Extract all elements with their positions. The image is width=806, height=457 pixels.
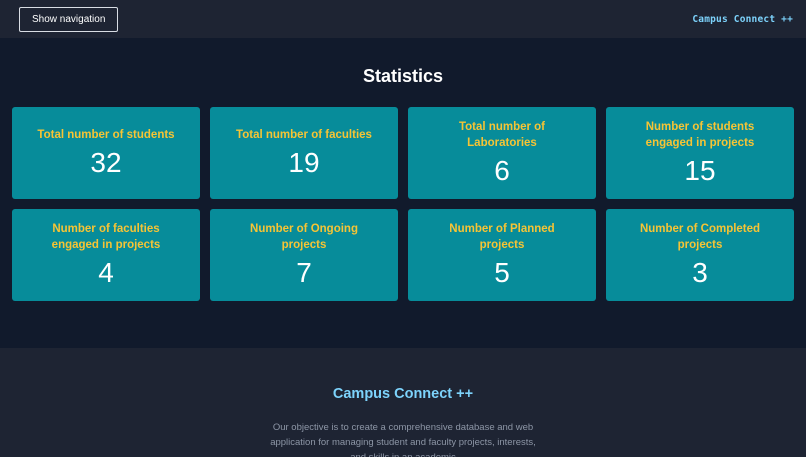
statistics-title: Statistics [362, 66, 444, 86]
show-navigation-button[interactable]: Show navigation [19, 6, 119, 32]
footer-description: Our objective is to create a comprehensi… [270, 422, 536, 457]
stat-card-students-in-projects: Number of students engaged in projects 1… [606, 107, 794, 199]
stat-card-label: Number of Ongoing projects [250, 223, 358, 251]
stats-grid: Total number of students 32 Total number… [12, 107, 794, 301]
stat-card-label: Number of Planned projects [449, 223, 555, 251]
footer-section: Campus Connect ++ Our objective is to cr… [0, 348, 806, 457]
stat-card-total-laboratories: Total number of Laboratories 6 [408, 107, 596, 199]
stat-card-total-faculties: Total number of faculties 19 [210, 107, 398, 199]
stat-card-label: Number of students engaged in projects [645, 121, 755, 149]
stat-card-value: 4 [98, 257, 114, 288]
top-navbar: Show navigation Campus Connect ++ [0, 0, 806, 38]
stat-card-label: Total number of faculties [236, 129, 372, 141]
stat-card-value: 5 [494, 257, 510, 288]
stat-card-label: Number of faculties engaged in projects [51, 223, 161, 251]
stat-card-planned-projects: Number of Planned projects 5 [408, 209, 596, 301]
stat-card-total-students: Total number of students 32 [12, 107, 200, 199]
stat-card-faculties-in-projects: Number of faculties engaged in projects … [12, 209, 200, 301]
stat-card-value: 19 [288, 147, 320, 178]
stat-card-label: Number of Completed projects [639, 223, 761, 251]
stat-card-ongoing-projects: Number of Ongoing projects 7 [210, 209, 398, 301]
stat-card-label: Total number of students [37, 129, 175, 141]
brand-logo-text[interactable]: Campus Connect ++ [692, 14, 793, 25]
footer-title: Campus Connect ++ [332, 386, 474, 402]
stat-card-value: 3 [692, 257, 708, 288]
stat-card-value: 6 [494, 155, 510, 186]
stat-card-label: Total number of Laboratories [458, 121, 546, 149]
stat-card-value: 15 [684, 155, 716, 186]
statistics-section: Statistics Total number of students 32 T… [0, 38, 806, 348]
stat-card-value: 32 [90, 147, 122, 178]
stat-card-value: 7 [296, 257, 312, 288]
stat-card-completed-projects: Number of Completed projects 3 [606, 209, 794, 301]
